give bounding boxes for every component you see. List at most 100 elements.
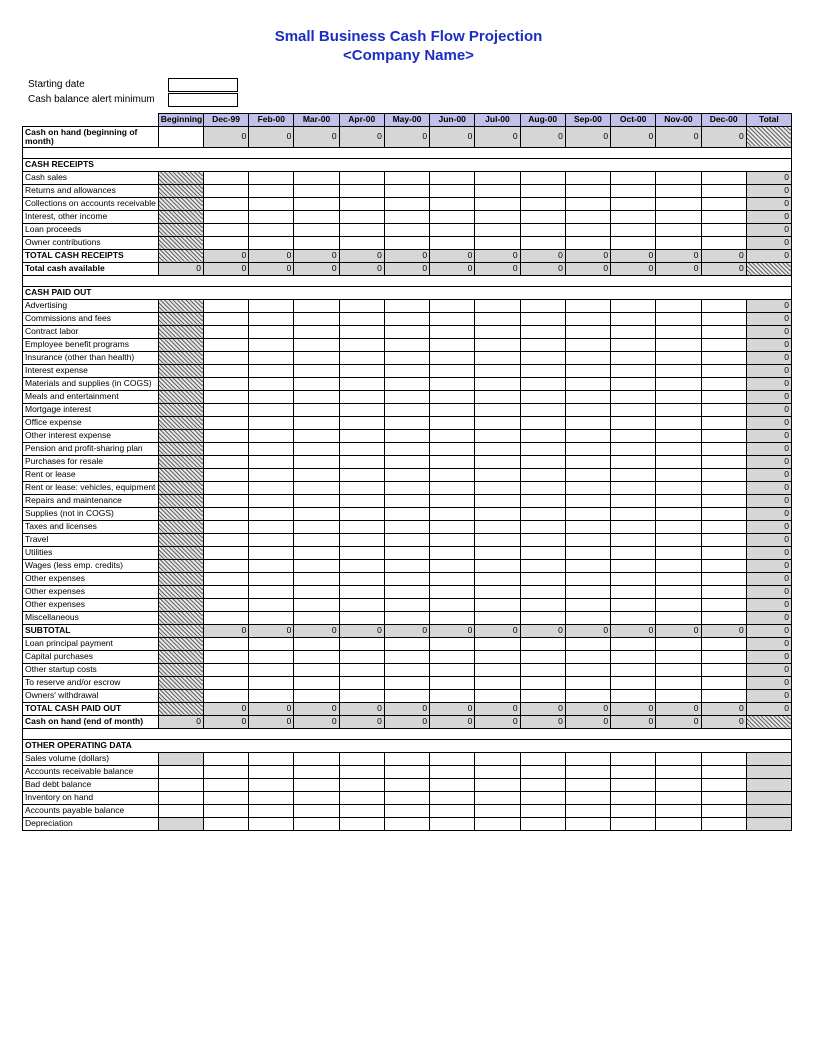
cell[interactable] [430, 572, 475, 585]
cell[interactable] [294, 171, 339, 184]
cell[interactable] [294, 559, 339, 572]
cell[interactable] [475, 184, 520, 197]
cell[interactable] [430, 663, 475, 676]
cell[interactable] [249, 559, 294, 572]
cell[interactable] [249, 791, 294, 804]
cell[interactable] [249, 533, 294, 546]
cell[interactable] [520, 650, 565, 663]
cell[interactable] [203, 559, 248, 572]
cell[interactable] [203, 171, 248, 184]
cell[interactable] [339, 184, 384, 197]
cell[interactable] [475, 546, 520, 559]
cell[interactable] [701, 429, 746, 442]
cell[interactable] [249, 468, 294, 481]
cell[interactable] [203, 817, 248, 830]
cell[interactable] [701, 791, 746, 804]
cell[interactable] [294, 377, 339, 390]
cell[interactable] [339, 752, 384, 765]
cell[interactable] [430, 765, 475, 778]
cell[interactable] [565, 312, 610, 325]
cell[interactable] [520, 598, 565, 611]
cell[interactable] [294, 468, 339, 481]
cell[interactable] [701, 494, 746, 507]
cell[interactable] [203, 778, 248, 791]
cell[interactable] [384, 791, 429, 804]
cell[interactable] [339, 533, 384, 546]
cell[interactable] [384, 184, 429, 197]
cell[interactable] [430, 494, 475, 507]
cell[interactable] [430, 442, 475, 455]
cell[interactable] [611, 804, 656, 817]
cell[interactable] [294, 546, 339, 559]
cell[interactable] [475, 765, 520, 778]
cell[interactable] [520, 481, 565, 494]
cell[interactable] [339, 364, 384, 377]
cell[interactable] [249, 637, 294, 650]
cell[interactable] [475, 223, 520, 236]
cell[interactable] [565, 572, 610, 585]
cell[interactable] [294, 676, 339, 689]
cell[interactable] [430, 455, 475, 468]
cell[interactable] [656, 210, 701, 223]
cell[interactable] [701, 210, 746, 223]
cell[interactable] [339, 377, 384, 390]
cell[interactable] [203, 351, 248, 364]
cell[interactable] [384, 507, 429, 520]
cell[interactable] [701, 338, 746, 351]
cell[interactable] [701, 299, 746, 312]
cell[interactable] [656, 559, 701, 572]
cell[interactable] [656, 338, 701, 351]
cell[interactable] [520, 429, 565, 442]
cell[interactable] [475, 507, 520, 520]
cell[interactable] [430, 312, 475, 325]
cell[interactable] [384, 223, 429, 236]
cell[interactable] [611, 572, 656, 585]
cell[interactable] [520, 390, 565, 403]
cell[interactable] [520, 299, 565, 312]
cell[interactable] [565, 689, 610, 702]
cell[interactable] [475, 791, 520, 804]
cell[interactable] [565, 364, 610, 377]
cell[interactable] [339, 676, 384, 689]
cell[interactable] [701, 184, 746, 197]
cell[interactable] [565, 184, 610, 197]
cell[interactable] [430, 585, 475, 598]
cell[interactable] [249, 403, 294, 416]
cell[interactable] [249, 507, 294, 520]
cell[interactable] [203, 429, 248, 442]
cell[interactable] [611, 752, 656, 765]
cell[interactable] [611, 533, 656, 546]
cell[interactable] [249, 223, 294, 236]
cell[interactable] [475, 494, 520, 507]
cell[interactable] [339, 312, 384, 325]
cell[interactable] [430, 351, 475, 364]
cell[interactable] [203, 663, 248, 676]
cell[interactable] [430, 390, 475, 403]
cell[interactable] [249, 236, 294, 249]
cell[interactable] [520, 637, 565, 650]
cell[interactable] [565, 559, 610, 572]
cell[interactable] [611, 429, 656, 442]
cell[interactable] [701, 611, 746, 624]
cell[interactable] [203, 236, 248, 249]
cell[interactable] [339, 585, 384, 598]
cell[interactable] [475, 416, 520, 429]
cell[interactable] [656, 299, 701, 312]
cell[interactable] [249, 817, 294, 830]
cell[interactable] [294, 791, 339, 804]
cell[interactable] [430, 778, 475, 791]
cell[interactable] [339, 468, 384, 481]
cell[interactable] [203, 299, 248, 312]
cell[interactable] [520, 377, 565, 390]
cell[interactable] [656, 455, 701, 468]
cell[interactable] [520, 676, 565, 689]
cell[interactable] [701, 752, 746, 765]
cell[interactable] [430, 546, 475, 559]
cell[interactable] [656, 364, 701, 377]
cell[interactable] [656, 611, 701, 624]
cell[interactable] [384, 364, 429, 377]
cell[interactable] [430, 611, 475, 624]
cell[interactable] [565, 791, 610, 804]
cell[interactable] [565, 752, 610, 765]
cell[interactable] [701, 223, 746, 236]
